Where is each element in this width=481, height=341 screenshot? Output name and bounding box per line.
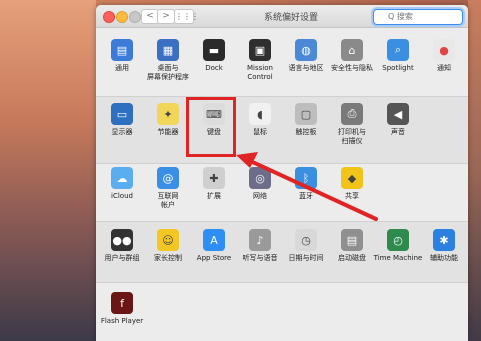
desktop-background	[0, 0, 96, 341]
pointer-arrow	[236, 152, 378, 221]
system-preferences-window: < > ⋮⋮⋮ 系统偏好设置 ▤通用▦桌面与 屏幕保护程序▬Dock▣Missi…	[96, 5, 468, 341]
desktop-background-right	[468, 0, 481, 341]
